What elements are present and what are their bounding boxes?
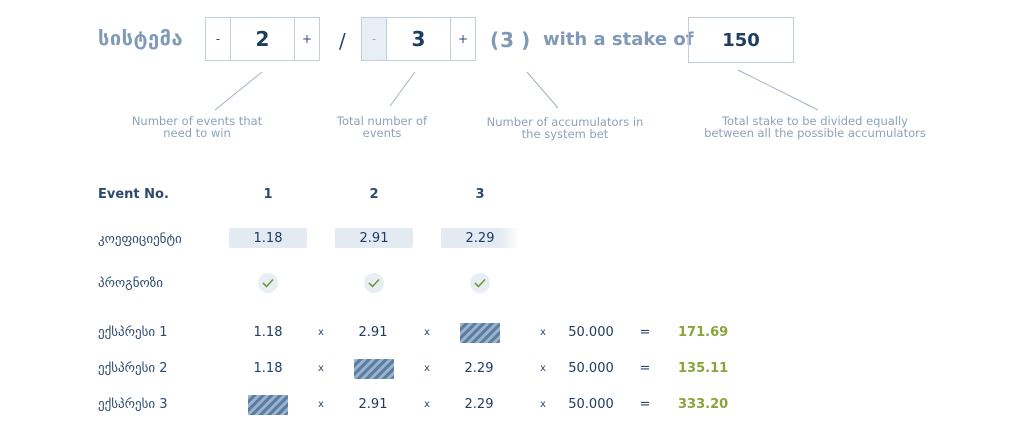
event-number-3: 3 bbox=[475, 187, 485, 202]
equals-sign: = bbox=[639, 397, 651, 412]
acc3-odds-3: 2.29 bbox=[464, 397, 494, 412]
accumulator-label-3: ექსპრესი 3 bbox=[98, 397, 168, 412]
acc1-odds-1: 1.18 bbox=[253, 325, 283, 340]
acc2-stake: 50.000 bbox=[568, 361, 614, 376]
acc3-odds-2: 2.91 bbox=[358, 397, 388, 412]
acc2-odds-1: 1.18 bbox=[253, 361, 283, 376]
multiply-sign: x bbox=[540, 363, 546, 374]
check-icon bbox=[258, 273, 278, 293]
acc1-result: 171.69 bbox=[678, 325, 729, 340]
wins-connector bbox=[214, 71, 263, 111]
acc3-result: 333.20 bbox=[678, 397, 729, 412]
accumulator-label-1: ექსპრესი 1 bbox=[98, 325, 168, 340]
event-number-1: 1 bbox=[263, 187, 273, 202]
hint-wins: Number of events that need to win bbox=[131, 114, 263, 140]
acc1-odds-2: 2.91 bbox=[358, 325, 388, 340]
hint-total: Total number of events bbox=[336, 114, 428, 140]
odds-event-3: 2.29 bbox=[441, 228, 519, 248]
odds-event-1: 1.18 bbox=[229, 228, 307, 248]
odds-event-2: 2.91 bbox=[335, 228, 413, 248]
equals-sign: = bbox=[639, 361, 651, 376]
multiply-sign: x bbox=[540, 399, 546, 410]
multiply-sign: x bbox=[424, 399, 430, 410]
acc1-stake: 50.000 bbox=[568, 325, 614, 340]
excluded-event-placeholder bbox=[460, 323, 500, 343]
excluded-event-placeholder bbox=[354, 359, 394, 379]
multiply-sign: x bbox=[318, 399, 324, 410]
multiply-sign: x bbox=[318, 363, 324, 374]
prognosis-label: პროგნოზი bbox=[98, 276, 163, 291]
acc2-result: 135.11 bbox=[678, 361, 729, 376]
check-icon bbox=[470, 273, 490, 293]
event-number-2: 2 bbox=[369, 187, 379, 202]
equals-sign: = bbox=[639, 325, 651, 340]
odds-label: კოეფიციენტი bbox=[98, 232, 182, 247]
hint-stake: Total stake to be divided equally betwee… bbox=[704, 114, 926, 140]
multiply-sign: x bbox=[318, 327, 324, 338]
stake-connector bbox=[737, 69, 819, 111]
multiply-sign: x bbox=[424, 327, 430, 338]
excluded-event-placeholder bbox=[248, 395, 288, 415]
total-connector bbox=[389, 71, 416, 107]
accumulators-connector bbox=[526, 71, 559, 109]
hint-accumulators: Number of accumulators in the system bet bbox=[486, 115, 644, 141]
acc2-odds-3: 2.29 bbox=[464, 361, 494, 376]
check-icon bbox=[364, 273, 384, 293]
multiply-sign: x bbox=[424, 363, 430, 374]
acc3-stake: 50.000 bbox=[568, 397, 614, 412]
multiply-sign: x bbox=[540, 327, 546, 338]
accumulator-label-2: ექსპრესი 2 bbox=[98, 361, 168, 376]
event-number-label: Event No. bbox=[98, 187, 169, 202]
